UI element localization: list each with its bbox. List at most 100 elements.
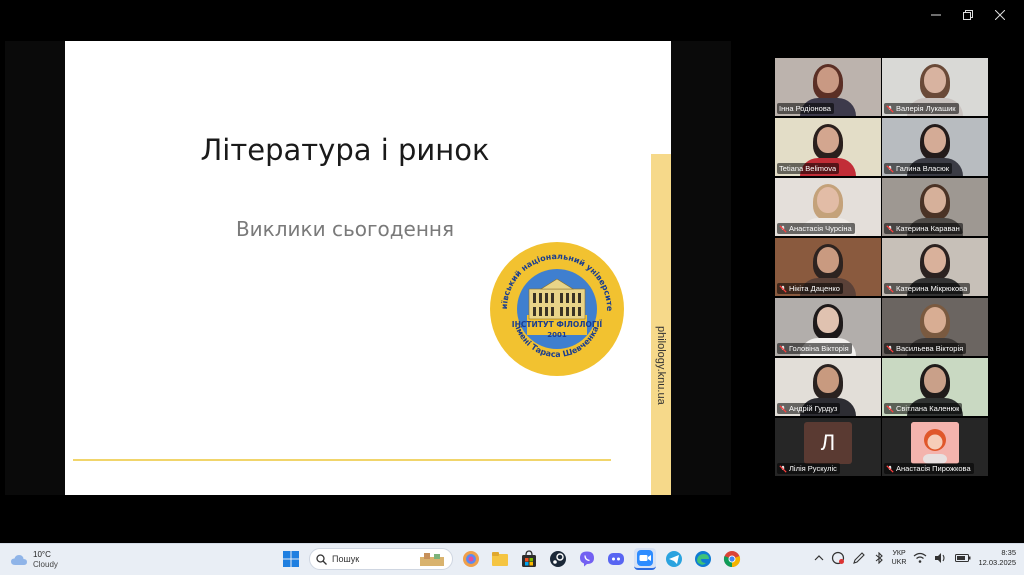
mic-muted-icon [886, 464, 894, 473]
participant-tile[interactable]: Катерина Караван [882, 178, 988, 236]
taskbar-apps: Пошук [280, 548, 743, 570]
avatar [911, 422, 959, 464]
store-icon[interactable] [518, 548, 540, 570]
chevron-up-icon[interactable] [814, 553, 824, 563]
participant-name: Tetiana Belimova [779, 164, 837, 173]
mic-muted-icon [779, 344, 787, 353]
steam-icon[interactable] [547, 548, 569, 570]
discord-icon[interactable] [605, 548, 627, 570]
search-highlight-icon [420, 553, 444, 566]
participant-name-bar: Анастасія Чурсіна [777, 223, 855, 234]
slide-title: Література і ринок [200, 133, 490, 167]
participant-tile[interactable]: Світлана Каленюк [882, 358, 988, 416]
participant-name: Галина Власюк [896, 164, 949, 173]
participant-name-bar: Васильева Вікторія [884, 343, 967, 354]
participant-name: Анастасія Чурсіна [789, 224, 852, 233]
slide-subtitle: Виклики сьогодення [235, 217, 455, 241]
weather-temp: 10°C [33, 550, 51, 559]
participant-tile[interactable]: Катерина Мікрюкова [882, 238, 988, 296]
wifi-icon[interactable] [913, 552, 927, 564]
participant-tile[interactable]: Tetiana Belimova [775, 118, 881, 176]
slide-divider [73, 459, 611, 461]
participant-face [924, 127, 946, 153]
cloud-icon [11, 555, 27, 565]
zoom-icon[interactable] [634, 548, 656, 570]
mic-muted-icon [886, 224, 894, 233]
participant-name: Світлана Каленюк [896, 404, 960, 413]
language-bottom: UKR [891, 559, 907, 566]
mic-muted-icon [779, 284, 787, 293]
participant-tile[interactable]: Васильева Вікторія [882, 298, 988, 356]
minimize-icon[interactable] [920, 6, 952, 24]
seal-year: 2001 [547, 331, 567, 339]
participant-name-bar: Лілія Рускуліс [777, 463, 840, 474]
bluetooth-icon[interactable] [873, 552, 885, 564]
participant-face [924, 247, 946, 273]
edge-icon[interactable] [692, 548, 714, 570]
battery-icon[interactable] [955, 553, 971, 563]
participant-tile[interactable]: Л Лілія Рускуліс [775, 418, 881, 476]
participant-name: Васильева Вікторія [896, 344, 964, 353]
university-seal-logo: Київський національний університет ІНСТИ… [489, 241, 624, 376]
mic-muted-icon [886, 104, 894, 113]
participant-name: Андрій Гурдуз [789, 404, 838, 413]
security-icon[interactable] [831, 551, 845, 565]
copilot-icon[interactable] [460, 548, 482, 570]
participant-name-bar: Світлана Каленюк [884, 403, 963, 414]
restore-icon[interactable] [952, 6, 984, 24]
participant-tile[interactable]: Інна Родіонова [775, 58, 881, 116]
weather-condition: Cloudy [33, 560, 58, 569]
seal-institute: ІНСТИТУТ ФІЛОЛОГІЇ [512, 320, 603, 329]
participant-name: Анастасія Пирожкова [896, 464, 971, 473]
mic-muted-icon [886, 284, 894, 293]
participant-name-bar: Катерина Мікрюкова [884, 283, 971, 294]
clock[interactable]: 8:35 12.03.2025 [978, 548, 1016, 568]
participant-tile[interactable]: Андрій Гурдуз [775, 358, 881, 416]
participant-tile[interactable]: Анастасія Пирожкова [882, 418, 988, 476]
participant-face [924, 307, 946, 333]
window-controls [920, 6, 1016, 24]
file-explorer-icon[interactable] [489, 548, 511, 570]
speaker-icon[interactable] [934, 552, 948, 564]
participant-gallery: Інна Родіонова Валерія Лукашик Tetiana Bel… [775, 58, 989, 478]
pen-icon[interactable] [852, 551, 866, 565]
shared-screen: Література і ринок Виклики сьогодення ph… [5, 41, 731, 495]
clock-date: 12.03.2025 [978, 558, 1016, 567]
close-icon[interactable] [984, 6, 1016, 24]
participant-name-bar: Tetiana Belimova [777, 163, 840, 174]
language-top: УКР [892, 550, 906, 557]
participant-tile[interactable]: Нікіта Даценко [775, 238, 881, 296]
mic-muted-icon [779, 404, 787, 413]
participant-face [924, 367, 946, 393]
chrome-icon[interactable] [721, 548, 743, 570]
system-tray: УКР UKR 8:35 12.03.2025 [814, 548, 1016, 568]
participant-name-bar: Головіна Вікторія [777, 343, 852, 354]
participant-face [817, 187, 839, 213]
telegram-icon[interactable] [663, 548, 685, 570]
participant-face [817, 307, 839, 333]
participant-face [817, 367, 839, 393]
taskbar-search[interactable]: Пошук [309, 548, 453, 570]
mic-muted-icon [886, 404, 894, 413]
mic-muted-icon [779, 224, 787, 233]
weather-widget[interactable]: 10°C Cloudy [10, 550, 58, 570]
participant-name: Інна Родіонова [779, 104, 831, 113]
participant-name-bar: Нікіта Даценко [777, 283, 843, 294]
slide-url: philology.knu.ua [655, 326, 667, 405]
windows-taskbar: 10°C Cloudy Пошук УКР UKR 8:35 12.03.202… [0, 543, 1024, 575]
participant-name: Валерія Лукашик [896, 104, 956, 113]
language-indicator[interactable]: УКР UKR [892, 549, 907, 567]
participant-name-bar: Інна Родіонова [777, 103, 834, 114]
slide-side-stripe [651, 154, 671, 495]
participant-name: Катерина Мікрюкова [896, 284, 968, 293]
participant-name: Лілія Рускуліс [789, 464, 837, 473]
mic-muted-icon [779, 464, 787, 473]
participant-tile[interactable]: Анастасія Чурсіна [775, 178, 881, 236]
viber-icon[interactable] [576, 548, 598, 570]
participant-tile[interactable]: Головіна Вікторія [775, 298, 881, 356]
participant-tile[interactable]: Галина Власюк [882, 118, 988, 176]
windows-start-icon[interactable] [280, 548, 302, 570]
mic-muted-icon [886, 164, 894, 173]
participant-tile[interactable]: Валерія Лукашик [882, 58, 988, 116]
clock-time: 8:35 [1001, 548, 1016, 557]
